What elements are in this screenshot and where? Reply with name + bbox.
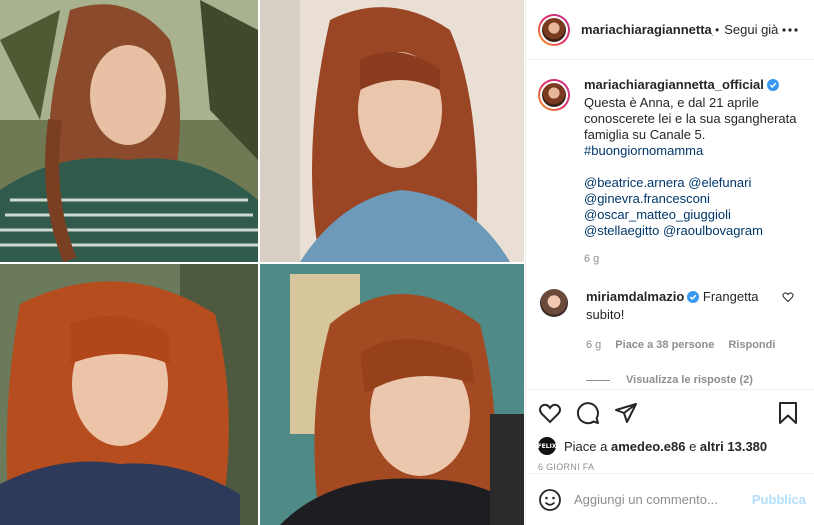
commenter-avatar[interactable] (540, 289, 568, 317)
mention-link[interactable]: @stellaegitto (584, 223, 659, 238)
comment-like-heart-icon[interactable] (782, 291, 794, 306)
comment-likes[interactable]: Piace a 38 persone (615, 337, 714, 353)
mention-link[interactable]: @raoulbovagram (663, 223, 763, 238)
post-date[interactable]: 6 GIORNI FA (538, 462, 800, 472)
action-bar (538, 390, 800, 436)
comment-time[interactable]: 6 g (586, 337, 601, 353)
mention-link[interactable]: @elefunari (688, 175, 751, 190)
photo-top-left (0, 0, 258, 262)
comment-bubble-icon[interactable] (576, 401, 600, 425)
comment-item: miriamdalmazio Frangetta subito! 6 g Pia… (538, 289, 800, 353)
header-separator: • (715, 22, 720, 37)
publish-button[interactable]: Pubblica (752, 492, 806, 507)
likes-middle: e (689, 438, 697, 454)
likes-others-button[interactable]: altri 13.380 (700, 439, 767, 454)
post-actions-area: FELIX Piace a amedeo.e86 e altri 13.380 … (526, 389, 814, 472)
view-replies-button[interactable]: Visualizza le risposte (2) (586, 374, 800, 386)
commenter-username[interactable]: miriamdalmazio (586, 289, 684, 304)
liker-avatar[interactable]: FELIX (538, 437, 556, 455)
header-username[interactable]: mariachiaragiannetta_c (581, 22, 713, 37)
hashtag-link[interactable]: #buongiornomamma (584, 143, 703, 158)
post-container: mariachiaragiannetta_c • Segui già maria… (0, 0, 814, 525)
caption-avatar[interactable] (538, 79, 570, 111)
likes-summary: FELIX Piace a amedeo.e86 e altri 13.380 (538, 436, 800, 456)
post-side-panel: mariachiaragiannetta_c • Segui già maria… (525, 0, 814, 525)
photo-top-right (260, 0, 524, 262)
view-replies-label: Visualizza le risposte (2) (626, 374, 753, 386)
post-header: mariachiaragiannetta_c • Segui già (526, 0, 814, 60)
mention-link[interactable]: @oscar_matteo_giuggioli (584, 207, 731, 222)
comment-input[interactable] (574, 492, 752, 507)
caption-time[interactable]: 6 g (584, 251, 800, 267)
post-media[interactable] (0, 0, 524, 525)
photo-bottom-left (0, 264, 258, 525)
emoji-icon[interactable] (538, 488, 562, 512)
caption-username[interactable]: mariachiaragiannetta_official (584, 77, 764, 92)
more-horizontal-icon[interactable] (778, 18, 802, 42)
following-button[interactable]: Segui già (724, 22, 778, 37)
post-caption: mariachiaragiannetta_official Questa è A… (538, 77, 800, 267)
verified-badge-icon (687, 291, 700, 307)
like-heart-icon[interactable] (538, 401, 562, 425)
bookmark-icon[interactable] (776, 401, 800, 425)
reply-button[interactable]: Rispondi (728, 337, 775, 353)
likes-prefix: Piace a (564, 438, 608, 454)
verified-badge-icon (766, 79, 779, 95)
share-paper-plane-icon[interactable] (614, 401, 638, 425)
add-comment-bar: Pubblica (526, 473, 814, 525)
photo-bottom-right (260, 264, 524, 525)
author-avatar[interactable] (538, 13, 570, 46)
liker-username[interactable]: amedeo.e86 (611, 439, 685, 454)
comments-section[interactable]: mariachiaragiannetta_official Questa è A… (526, 61, 814, 387)
caption-text: Questa è Anna, e dal 21 aprile conoscere… (584, 95, 797, 142)
mention-link[interactable]: @beatrice.arnera (584, 175, 685, 190)
mention-link[interactable]: @ginevra.francesconi (584, 191, 710, 206)
